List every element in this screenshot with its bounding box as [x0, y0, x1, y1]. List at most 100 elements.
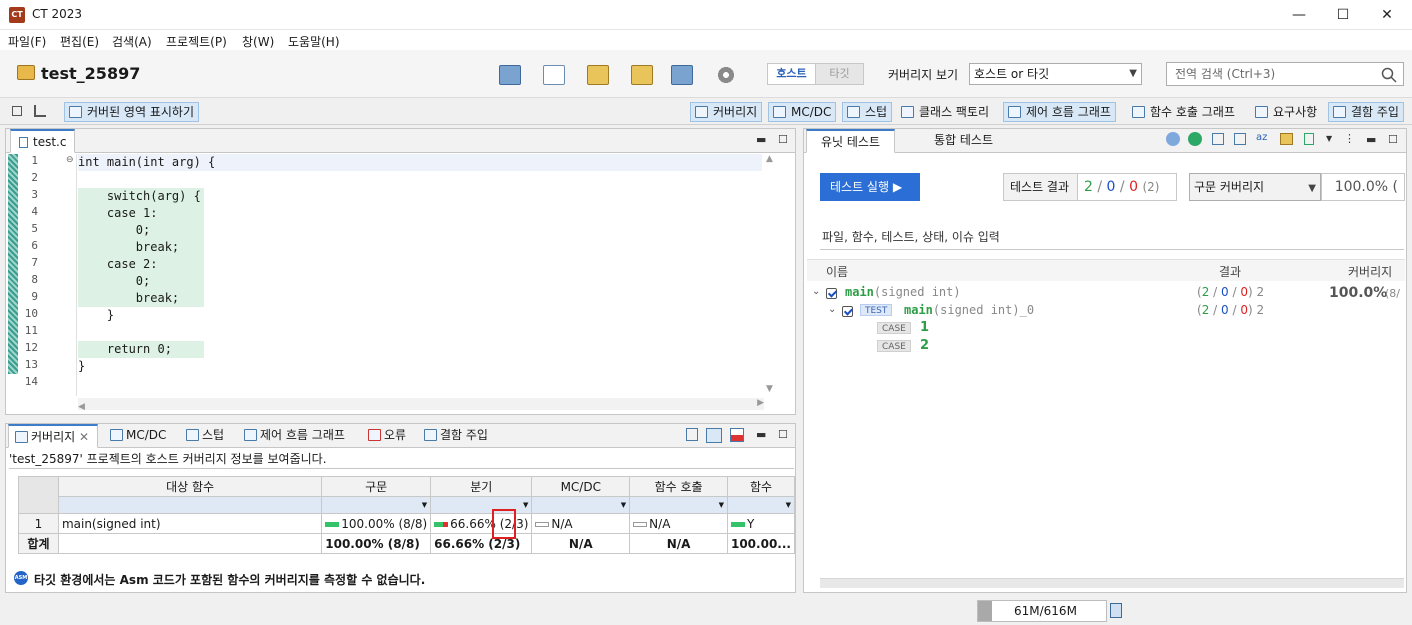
import-icon[interactable]: [587, 65, 609, 85]
collapse-all-icon[interactable]: [1234, 133, 1246, 145]
maximize-icon[interactable]: ☐: [778, 428, 788, 441]
scroll-down-icon[interactable]: ▼: [766, 384, 773, 394]
expand-all-icon[interactable]: [1212, 133, 1224, 145]
target-toggle[interactable]: 타깃: [815, 63, 864, 85]
tree-row-function[interactable]: ⌄ main(signed int) (2 / 0 / 0) 2 100.0% …: [812, 285, 1404, 303]
window-icon[interactable]: [12, 106, 22, 116]
code-line[interactable]: [78, 375, 762, 392]
editor-vscrollbar[interactable]: ▲ ▼: [766, 154, 778, 394]
minimize-icon[interactable]: ▬: [756, 428, 766, 441]
minimize-icon[interactable]: ▬: [756, 133, 766, 146]
code-line[interactable]: int main(int arg) {: [78, 154, 762, 171]
col-coverage[interactable]: 커버리지: [1348, 263, 1392, 280]
memory-indicator[interactable]: 61M/616M: [977, 600, 1107, 622]
chevron-down-icon[interactable]: ⌄: [812, 286, 820, 297]
editor-hscrollbar[interactable]: ◀ ▶: [78, 398, 764, 412]
scroll-right-icon[interactable]: ▶: [757, 398, 764, 408]
code-line[interactable]: break;: [78, 290, 204, 307]
menu-file[interactable]: 파일(F): [8, 33, 46, 50]
filter-dropdown-icon[interactable]: ▼: [629, 496, 728, 514]
host-toggle[interactable]: 호스트: [767, 63, 816, 85]
tab-integration-test[interactable]: 통합 테스트: [922, 129, 1005, 153]
export-report-icon[interactable]: [730, 428, 744, 442]
menu-project[interactable]: 프로젝트(P): [166, 33, 227, 50]
code-line[interactable]: }: [78, 358, 762, 375]
tab-coverage[interactable]: 커버리지 ✕: [8, 424, 99, 448]
code-line[interactable]: case 1:: [78, 205, 204, 222]
editor-tab-test-c[interactable]: test.c: [10, 129, 76, 153]
menu-search[interactable]: 검색(A): [112, 33, 152, 50]
col-function-call[interactable]: 함수 호출: [629, 476, 728, 497]
coverage-type-select[interactable]: 구문 커버리지 ▼: [1189, 173, 1321, 201]
col-name[interactable]: 이름: [826, 263, 848, 280]
view-stub-button[interactable]: 스텁: [842, 102, 893, 122]
coverage-view-select[interactable]: 호스트 or 타깃 ▼: [969, 63, 1142, 85]
show-covered-button[interactable]: 커버된 영역 표시하기: [64, 102, 199, 122]
chevron-down-icon[interactable]: ⌄: [828, 304, 836, 315]
col-statement[interactable]: 구문: [321, 476, 432, 497]
run-test-button[interactable]: 테스트 실행 ▶: [820, 173, 920, 201]
scroll-up-icon[interactable]: ▲: [766, 154, 778, 164]
code-line[interactable]: switch(arg) {: [78, 188, 204, 205]
tab-error[interactable]: 오류: [362, 424, 414, 448]
layout-icon[interactable]: [706, 428, 722, 443]
report-icon[interactable]: [1304, 133, 1314, 145]
tree-icon[interactable]: [34, 105, 46, 117]
col-mcdc[interactable]: MC/DC: [531, 476, 631, 497]
test-filter-input[interactable]: 파일, 함수, 테스트, 상태, 이슈 입력: [820, 226, 1404, 250]
export-icon[interactable]: [631, 65, 653, 85]
fold-icon[interactable]: ⊖: [66, 155, 74, 165]
filter-dropdown-icon[interactable]: ▼: [531, 496, 631, 514]
code-line[interactable]: case 2:: [78, 256, 204, 273]
code-line[interactable]: 0;: [78, 222, 204, 239]
cell-function[interactable]: main(signed int): [57, 513, 323, 534]
code-line[interactable]: }: [78, 307, 762, 324]
col-branch[interactable]: 분기: [430, 476, 533, 497]
more-options-icon[interactable]: ⋮: [1344, 132, 1355, 145]
view-mcdc-button[interactable]: MC/DC: [768, 102, 837, 122]
checkbox-icon[interactable]: [842, 306, 853, 317]
menu-edit[interactable]: 편집(E): [60, 33, 99, 50]
view-class-factory-button[interactable]: 클래스 팩토리: [896, 102, 994, 122]
filter-target-function[interactable]: [57, 496, 323, 514]
maximize-button[interactable]: ☐: [1320, 0, 1366, 30]
refresh-icon[interactable]: [1166, 132, 1180, 146]
filter-dropdown-icon[interactable]: ▼: [726, 496, 796, 514]
col-result[interactable]: 결과: [1219, 263, 1241, 280]
project-settings-icon[interactable]: [671, 65, 693, 85]
sort-az-icon[interactable]: az: [1256, 132, 1267, 143]
col-target-function[interactable]: 대상 함수: [57, 476, 323, 497]
tree-row-test[interactable]: ⌄ TEST main(signed int)_0 (2 / 0 / 0) 2: [812, 303, 1404, 321]
tab-stub[interactable]: 스텁: [180, 424, 232, 448]
code-line[interactable]: [78, 171, 762, 188]
filter-icon[interactable]: [1280, 133, 1293, 145]
tab-mcdc[interactable]: MC/DC: [104, 424, 174, 448]
view-cfg-button[interactable]: 제어 흐름 그래프: [1003, 102, 1116, 122]
close-icon[interactable]: ✕: [79, 430, 89, 444]
code-line[interactable]: 0;: [78, 273, 204, 290]
tab-cfg[interactable]: 제어 흐름 그래프: [238, 424, 353, 448]
checkbox-icon[interactable]: [826, 288, 837, 299]
table-row[interactable]: 1 main(signed int) 100.00% (8/8) 66.66% …: [18, 513, 796, 534]
view-menu-icon[interactable]: ▼: [1326, 134, 1332, 143]
global-search-input[interactable]: 전역 검색 (Ctrl+3): [1166, 62, 1404, 86]
code-line[interactable]: break;: [78, 239, 204, 256]
view-requirements-button[interactable]: 요구사항: [1250, 102, 1322, 122]
menu-help[interactable]: 도움말(H): [288, 33, 340, 50]
filter-dropdown-icon[interactable]: ▼: [430, 496, 533, 514]
filter-dropdown-icon[interactable]: ▼: [321, 496, 432, 514]
tree-row-case-1[interactable]: CASE 1: [812, 320, 1112, 339]
view-coverage-button[interactable]: 커버리지: [690, 102, 763, 122]
maximize-icon[interactable]: ☐: [778, 133, 788, 146]
view-call-graph-button[interactable]: 함수 호출 그래프: [1127, 102, 1240, 122]
new-file-icon[interactable]: [543, 65, 565, 85]
tab-unit-test[interactable]: 유닛 테스트: [806, 129, 896, 153]
view-fault-injection-button[interactable]: 결함 주입: [1328, 102, 1404, 122]
col-function[interactable]: 함수: [726, 476, 796, 497]
tree-hscrollbar[interactable]: [820, 578, 1404, 588]
code-line[interactable]: return 0;: [78, 341, 204, 358]
menu-window[interactable]: 창(W): [242, 33, 274, 50]
minimize-button[interactable]: —: [1276, 0, 1322, 30]
new-folder-icon[interactable]: [499, 65, 521, 85]
maximize-icon[interactable]: ☐: [1388, 133, 1398, 146]
